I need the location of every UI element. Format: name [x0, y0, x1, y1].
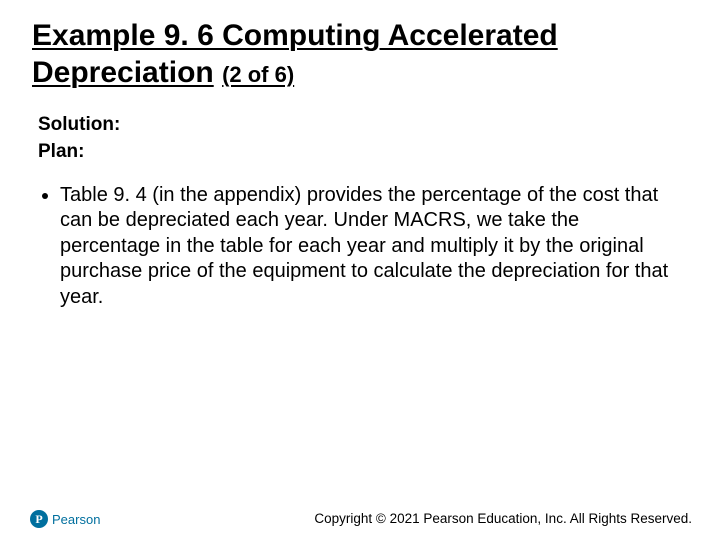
pearson-name: Pearson: [52, 512, 100, 527]
slide: Example 9. 6 Computing Accelerated Depre…: [0, 0, 720, 540]
pearson-badge-icon: P: [30, 510, 48, 528]
bullet-item: Table 9. 4 (in the appendix) provides th…: [60, 183, 688, 311]
title-main: Example 9. 6 Computing Accelerated Depre…: [32, 19, 558, 89]
copyright-text: Copyright © 2021 Pearson Education, Inc.…: [314, 511, 692, 526]
title-pagination: (2 of 6): [222, 62, 294, 87]
footer: P Pearson Copyright © 2021 Pearson Educa…: [0, 500, 720, 528]
subheading-solution: Solution:: [38, 113, 688, 138]
bullet-list: Table 9. 4 (in the appendix) provides th…: [38, 183, 688, 311]
slide-title: Example 9. 6 Computing Accelerated Depre…: [32, 18, 688, 91]
subheading-plan: Plan:: [38, 140, 688, 165]
pearson-logo: P Pearson: [30, 510, 100, 528]
